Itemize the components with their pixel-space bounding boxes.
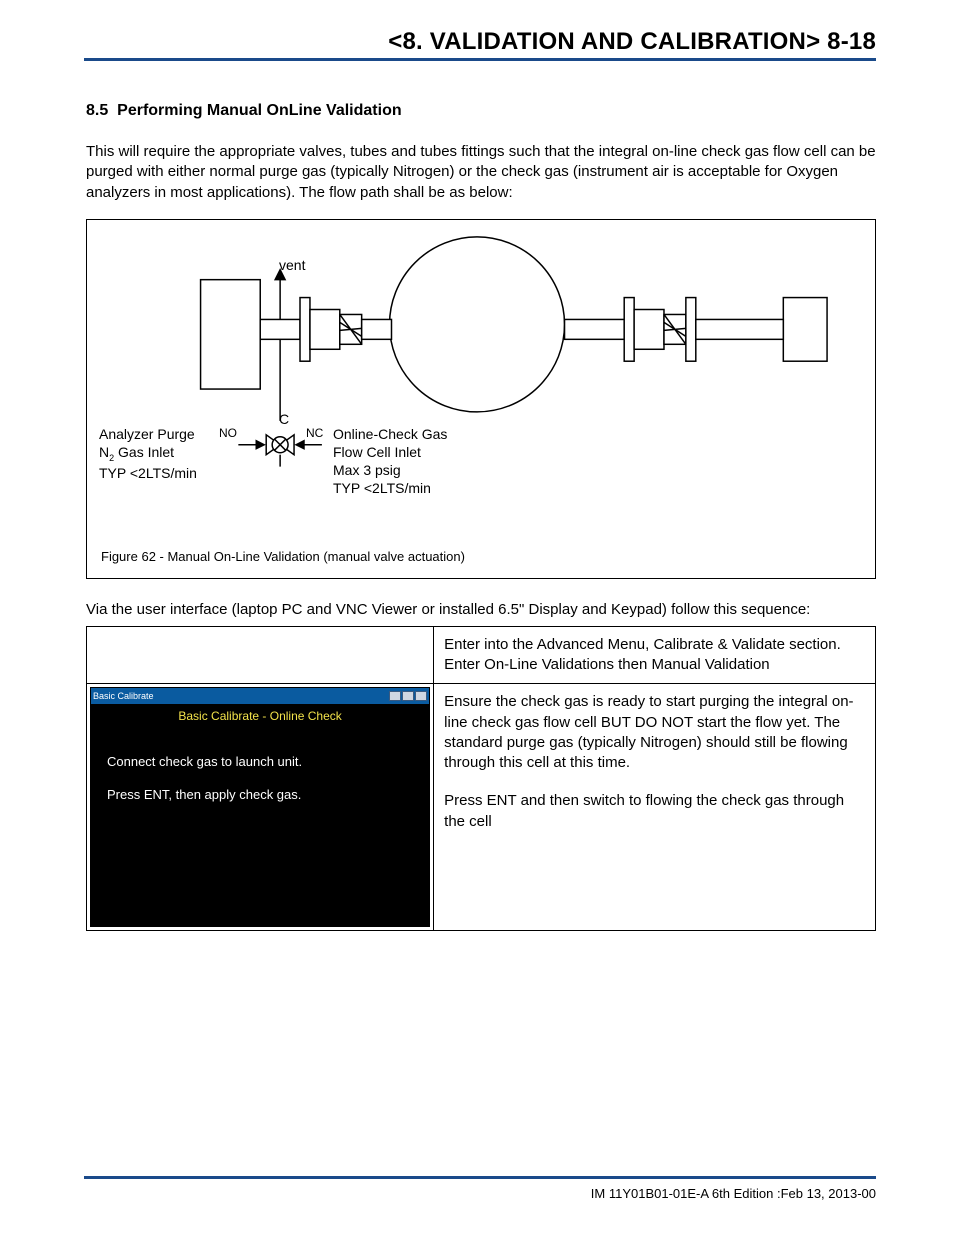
figure-label-nc: NC bbox=[306, 426, 323, 442]
figure-label-c: C bbox=[279, 410, 289, 428]
close-icon bbox=[415, 691, 427, 701]
running-header: <8. VALIDATION AND CALIBRATION> 8-18 bbox=[388, 28, 876, 56]
section-title: 8.5 Performing Manual OnLine Validation bbox=[86, 102, 876, 120]
sequence-intro: Via the user interface (laptop PC and VN… bbox=[86, 601, 876, 618]
cell-r2c2-p1: Ensure the check gas is ready to start p… bbox=[444, 692, 865, 773]
fig-right-line1: Online-Check Gas bbox=[333, 425, 447, 443]
fig-right-line2: Flow Cell Inlet bbox=[333, 443, 447, 461]
window-control-icons bbox=[389, 691, 427, 701]
header-rule bbox=[84, 58, 876, 61]
fig-right-line4: TYP <2LTS/min bbox=[333, 479, 447, 497]
fig-left-line2: N2 Gas Inlet bbox=[99, 443, 197, 464]
flow-diagram-svg bbox=[87, 220, 875, 578]
cell-r2c2: Ensure the check gas is ready to start p… bbox=[434, 684, 876, 931]
screenshot-box: Basic Calibrate Basic Calibrate - Online… bbox=[90, 687, 430, 927]
cell-r1c2: Enter into the Advanced Menu, Calibrate … bbox=[434, 626, 876, 684]
footer-text: IM 11Y01B01-01E-A 6th Edition :Feb 13, 2… bbox=[591, 1186, 876, 1201]
figure-label-right: Online-Check Gas Flow Cell Inlet Max 3 p… bbox=[333, 425, 447, 498]
screenshot-line2: Press ENT, then apply check gas. bbox=[107, 785, 413, 806]
screenshot-heading: Basic Calibrate - Online Check bbox=[91, 708, 429, 724]
section-intro: This will require the appropriate valves… bbox=[86, 142, 876, 203]
fig-left-line1: Analyzer Purge bbox=[99, 425, 197, 443]
screenshot-body: Connect check gas to launch unit. Press … bbox=[91, 724, 429, 806]
section-heading: Performing Manual OnLine Validation bbox=[117, 102, 401, 119]
figure-62: vent C NO NC Analyzer Purge N2 Gas Inlet… bbox=[86, 219, 876, 579]
cell-r1c1 bbox=[87, 626, 434, 684]
sequence-table: Enter into the Advanced Menu, Calibrate … bbox=[86, 626, 876, 932]
figure-label-left: Analyzer Purge N2 Gas Inlet TYP <2LTS/mi… bbox=[99, 425, 197, 483]
section-number: 8.5 bbox=[86, 102, 108, 119]
footer-rule bbox=[84, 1176, 876, 1179]
cell-r2c1: Basic Calibrate Basic Calibrate - Online… bbox=[87, 684, 434, 931]
screenshot-titlebar-text: Basic Calibrate bbox=[93, 690, 154, 702]
table-row: Basic Calibrate Basic Calibrate - Online… bbox=[87, 684, 876, 931]
fig-left-line3: TYP <2LTS/min bbox=[99, 464, 197, 482]
fig-right-line3: Max 3 psig bbox=[333, 461, 447, 479]
figure-caption: Figure 62 - Manual On-Line Validation (m… bbox=[101, 549, 465, 564]
maximize-icon bbox=[402, 691, 414, 701]
table-row: Enter into the Advanced Menu, Calibrate … bbox=[87, 626, 876, 684]
figure-label-vent: vent bbox=[279, 256, 305, 274]
cell-r2c2-p2: Press ENT and then switch to flowing the… bbox=[444, 791, 865, 832]
minimize-icon bbox=[389, 691, 401, 701]
figure-label-no: NO bbox=[219, 426, 237, 442]
screenshot-line1: Connect check gas to launch unit. bbox=[107, 752, 413, 773]
screenshot-titlebar: Basic Calibrate bbox=[91, 688, 429, 704]
